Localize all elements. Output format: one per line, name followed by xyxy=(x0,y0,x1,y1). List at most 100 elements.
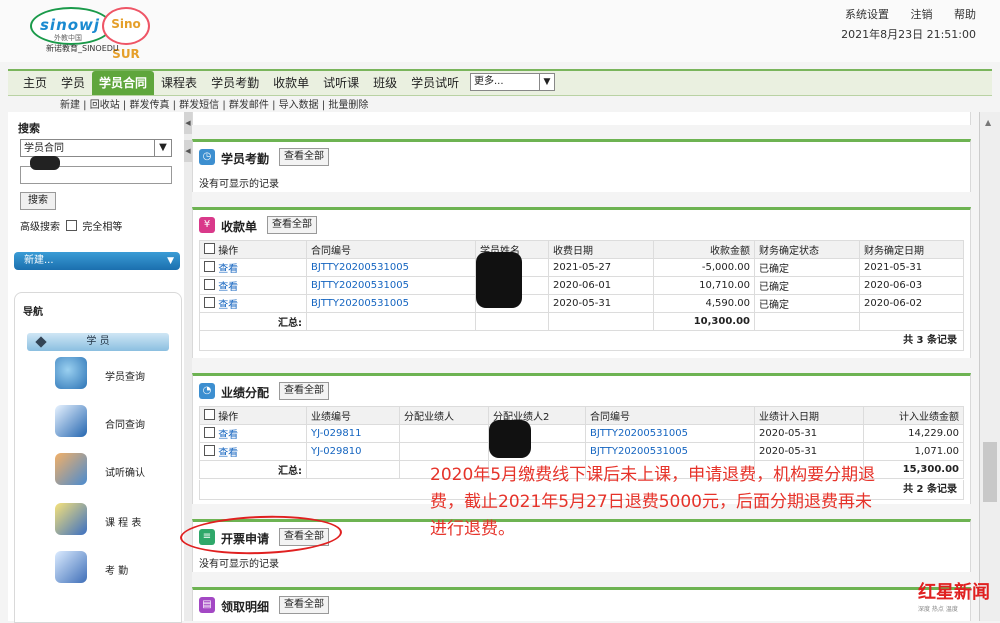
row-checkbox[interactable] xyxy=(204,445,215,456)
navigation-box: 导航 学 员 学员查询 合同查询 试听确认 课 程 表 考 勤 xyxy=(14,292,182,623)
col-assignee: 分配业绩人 xyxy=(399,406,489,425)
receipts-view-all-button[interactable]: 查看全部 xyxy=(267,216,317,234)
checklist-icon xyxy=(55,551,87,583)
record-date-cell: 2020-05-31 xyxy=(754,442,864,461)
row-checkbox[interactable] xyxy=(204,297,215,308)
search-button[interactable]: 搜索 xyxy=(20,192,56,210)
summary-label: 汇总: xyxy=(199,460,307,479)
advanced-search-link[interactable]: 高级搜索 xyxy=(20,222,60,233)
row-checkbox[interactable] xyxy=(204,279,215,290)
logo-tagline: 新诺教育_SINOEDU xyxy=(46,44,119,53)
nav-students[interactable]: 学员 xyxy=(54,71,92,95)
table-row: 查看 YJ-029811 BJTTY20200531005 2020-05-31… xyxy=(199,424,964,443)
pie-chart-icon: ◔ xyxy=(199,383,215,399)
receipts-record-count: 共 3 条记录 xyxy=(199,331,964,351)
view-link[interactable]: 查看 xyxy=(218,430,238,441)
contract-link[interactable]: BJTTY20200531005 xyxy=(311,298,409,309)
receipt-icon: ¥ xyxy=(199,217,215,233)
panel-receipts-title: 收款单 xyxy=(221,220,258,234)
nav-schedule[interactable]: 课程表 xyxy=(154,71,204,95)
chevron-down-icon: ▼ xyxy=(539,74,554,90)
nav-contracts[interactable]: 学员合同 xyxy=(92,71,155,95)
panel-collection-title: 领取明细 xyxy=(221,600,270,614)
status-cell: 已确定 xyxy=(754,258,860,277)
nav-receipts[interactable]: 收款单 xyxy=(266,71,316,95)
attendance-view-all-button[interactable]: 查看全部 xyxy=(279,148,329,166)
app-header: sinowj 外教中国 Sino SUR 新诺教育_SINOEDU 系统设置 注… xyxy=(0,0,1000,62)
assignee-cell xyxy=(399,442,489,461)
sub-nav-actions[interactable]: 新建 | 回收站 | 群发传真 | 群发短信 | 群发邮件 | 导入数据 | 批… xyxy=(60,96,368,111)
exact-match-checkbox[interactable] xyxy=(66,220,78,231)
contract-link[interactable]: BJTTY20200531005 xyxy=(311,280,409,291)
magnifier-icon xyxy=(55,357,87,389)
pay-date-cell: 2021-05-27 xyxy=(548,258,654,277)
nav-classes[interactable]: 班级 xyxy=(366,71,404,95)
row-checkbox[interactable] xyxy=(204,261,215,272)
logout-link[interactable]: 注销 xyxy=(911,8,933,21)
new-dropdown-label: 新建... xyxy=(24,255,54,266)
nav-trial-class[interactable]: 试听课 xyxy=(316,71,366,95)
scrollbar-thumb[interactable] xyxy=(983,442,997,502)
collection-view-all-button[interactable]: 查看全部 xyxy=(279,596,329,614)
view-link[interactable]: 查看 xyxy=(218,282,238,293)
contract-link[interactable]: BJTTY20200531005 xyxy=(590,428,688,439)
attendance-empty-text: 没有可显示的记录 xyxy=(199,179,279,190)
search-module-value: 学员合同 xyxy=(24,143,64,154)
nav-timetable[interactable]: 课 程 表 xyxy=(55,503,175,539)
student-section-header[interactable]: 学 员 xyxy=(27,333,169,351)
row-checkbox[interactable] xyxy=(204,427,215,438)
confirm-date-cell: 2021-05-31 xyxy=(859,258,964,277)
current-datetime: 2021年8月23日 21:51:00 xyxy=(841,28,976,41)
system-settings-link[interactable]: 系统设置 xyxy=(845,8,889,21)
code-link[interactable]: YJ-029810 xyxy=(311,446,361,457)
col-amount: 收款金额 xyxy=(653,240,755,259)
people-icon xyxy=(55,453,87,485)
logo: sinowj 外教中国 Sino SUR 新诺教育_SINOEDU xyxy=(30,5,150,61)
nav-student-trial[interactable]: 学员试听 xyxy=(404,71,466,95)
sidebar: 搜索 学员合同 ▼ 搜索 高级搜索 完全相等 新建... ▼ 导航 学 员 学员… xyxy=(8,112,184,623)
exact-match-label: 完全相等 xyxy=(82,222,123,233)
assignee-cell xyxy=(399,424,489,443)
logo-sub: 外教中国 xyxy=(54,34,82,42)
contract-link[interactable]: BJTTY20200531005 xyxy=(590,446,688,457)
search-module-select[interactable]: 学员合同 ▼ xyxy=(20,139,172,157)
nav-contract-query[interactable]: 合同查询 xyxy=(55,405,175,441)
select-all-checkbox[interactable] xyxy=(204,409,215,420)
main-scrollbar[interactable]: ▲ xyxy=(979,112,1000,621)
performance-header-row: 操作 业绩编号 分配业绩人 分配业绩人2 合同编号 业绩计入日期 计入业绩金额 xyxy=(199,406,964,425)
record-date-cell: 2020-05-31 xyxy=(754,424,864,443)
view-link[interactable]: 查看 xyxy=(218,300,238,311)
new-dropdown[interactable]: 新建... ▼ xyxy=(14,252,180,270)
nav-trial-confirm[interactable]: 试听确认 xyxy=(55,453,175,489)
advanced-search-row: 高级搜索 完全相等 xyxy=(20,218,122,233)
col-contract: 合同编号 xyxy=(306,240,476,259)
code-link[interactable]: YJ-029811 xyxy=(311,428,361,439)
performance-view-all-button[interactable]: 查看全部 xyxy=(279,382,329,400)
nav-attendance-check[interactable]: 考 勤 xyxy=(55,551,175,587)
view-link[interactable]: 查看 xyxy=(218,448,238,459)
table-row: 查看 YJ-029810 BJTTY20200531005 2020-05-31… xyxy=(199,442,964,461)
watermark-logo: 红星新闻 深度 热点 温度 xyxy=(918,578,998,618)
receipts-table: 操作 合同编号 学员姓名 收费日期 收款金额 财务确定状态 财务确定日期 查看 … xyxy=(199,240,964,331)
table-row: 查看 BJTTY20200531005 2020-06-01 10,710.00… xyxy=(199,276,964,295)
scroll-up-icon[interactable]: ▲ xyxy=(985,118,991,127)
col-action: 操作 xyxy=(218,412,239,423)
nav-trial-confirm-label: 试听确认 xyxy=(105,468,145,479)
pencil-notebook-icon xyxy=(55,503,87,535)
view-link[interactable]: 查看 xyxy=(218,264,238,275)
more-select[interactable]: 更多... ▼ xyxy=(470,73,555,91)
nav-home[interactable]: 主页 xyxy=(16,71,54,95)
collapse-arrow-icon[interactable]: ◀ xyxy=(184,140,192,162)
collection-icon: ▤ xyxy=(199,597,215,613)
select-all-checkbox[interactable] xyxy=(204,243,215,254)
watermark-main: 红星新闻 xyxy=(918,582,990,603)
nav-timetable-label: 课 程 表 xyxy=(105,518,142,529)
contract-link[interactable]: BJTTY20200531005 xyxy=(311,262,409,273)
panel-attendance: ◷ 学员考勤 查看全部 没有可显示的记录 xyxy=(192,139,971,192)
nav-student-query[interactable]: 学员查询 xyxy=(55,357,175,393)
help-link[interactable]: 帮助 xyxy=(954,8,976,21)
collapse-arrow-icon[interactable]: ◀ xyxy=(184,112,192,134)
nav-attendance[interactable]: 学员考勤 xyxy=(204,71,266,95)
panel-receipts: ¥ 收款单 查看全部 操作 合同编号 学员姓名 收费日期 收款金额 财务确定状态… xyxy=(192,207,971,358)
logo-badge: Sino SUR xyxy=(102,7,150,61)
